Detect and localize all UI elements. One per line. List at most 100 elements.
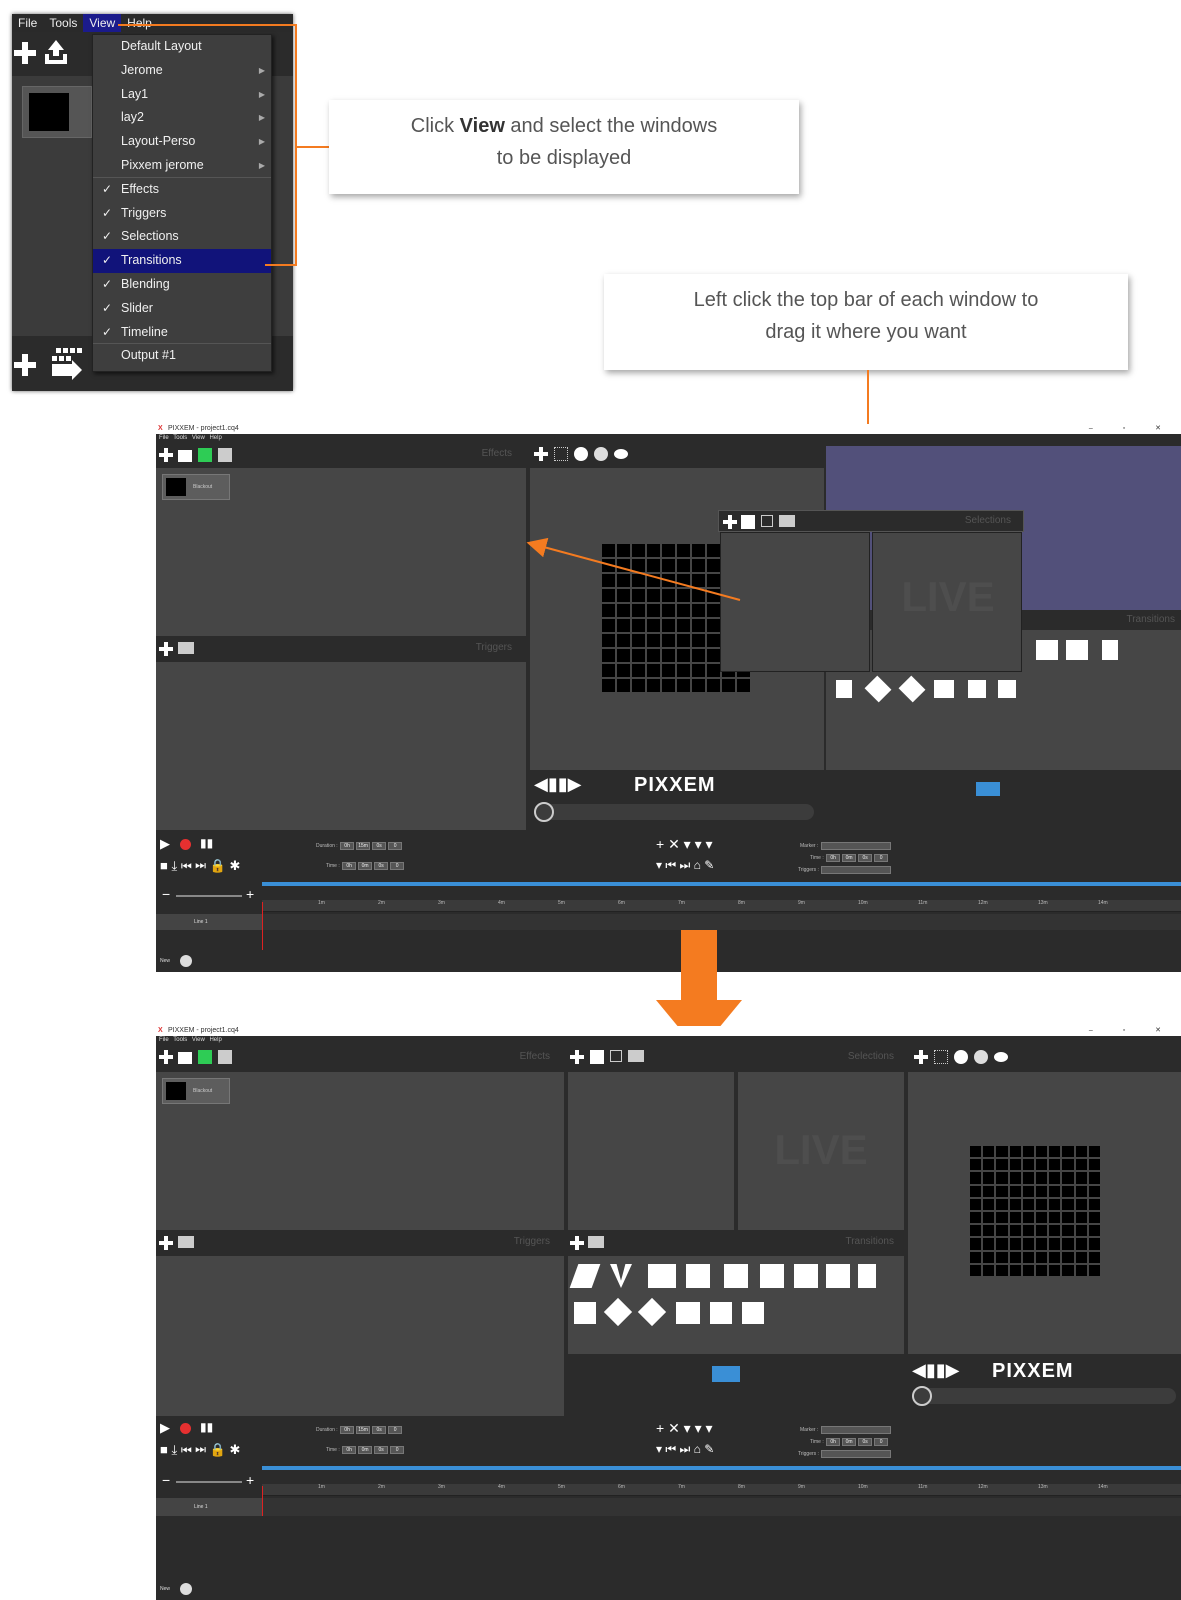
zoom-in-icon[interactable]: + xyxy=(246,1472,254,1488)
view-menu-item[interactable]: ✓ Selections xyxy=(93,225,271,249)
selections-header[interactable]: Selections xyxy=(566,1044,906,1070)
transition-icon[interactable] xyxy=(724,1264,748,1288)
trigger-edit-icons[interactable]: + ✕ ▾ ▾ ▾ xyxy=(656,836,713,853)
trigger-sequence-icon[interactable] xyxy=(588,1236,604,1248)
transition-icon[interactable] xyxy=(603,1297,633,1327)
timeline-track[interactable] xyxy=(262,914,1181,930)
transition-icon[interactable] xyxy=(742,1302,764,1324)
view-menu-item[interactable]: Lay1 ▶ xyxy=(93,83,271,107)
trigger-sequence-icon[interactable] xyxy=(50,346,86,380)
zoom-slider[interactable] xyxy=(176,895,242,897)
select-pointer-icon[interactable] xyxy=(610,1050,622,1062)
add-icon[interactable] xyxy=(570,1050,584,1064)
app-menu[interactable]: File Tools View Help xyxy=(156,434,1181,442)
transition-icon[interactable] xyxy=(968,680,986,698)
transition-icon[interactable] xyxy=(569,1264,601,1288)
view-menu-item[interactable]: Output #1 xyxy=(93,344,271,368)
add-icon[interactable] xyxy=(534,447,548,461)
line-label[interactable]: Line 1 xyxy=(156,914,262,930)
transition-icon[interactable] xyxy=(998,680,1016,698)
select-icon[interactable] xyxy=(554,447,568,461)
transition-icon[interactable] xyxy=(1066,640,1088,660)
gear-icon[interactable] xyxy=(574,447,588,461)
eye-icon[interactable] xyxy=(994,1052,1008,1062)
folder-save-icons[interactable]: ■ ⤓ ⏮ ⏭ 🔒 ✱ xyxy=(160,1442,240,1458)
menu-help[interactable]: Help xyxy=(121,14,158,32)
transition-icon[interactable] xyxy=(686,1264,710,1288)
white-square-icon[interactable] xyxy=(590,1050,604,1064)
transition-icon[interactable] xyxy=(574,1302,596,1324)
brightness-icon[interactable] xyxy=(594,447,608,461)
blend-mode-icon[interactable] xyxy=(976,782,1000,796)
effects-header[interactable]: Effects xyxy=(156,1044,564,1070)
slider-knob[interactable] xyxy=(534,802,554,822)
import-icon[interactable] xyxy=(42,38,70,66)
add-line-icon[interactable] xyxy=(180,955,192,967)
transition-icon[interactable] xyxy=(836,680,852,698)
record-icon[interactable] xyxy=(180,839,191,850)
triggers-header[interactable]: Triggers xyxy=(156,1230,564,1254)
view-menu-item[interactable]: Default Layout xyxy=(93,35,271,59)
blackout-effect[interactable]: Blackout xyxy=(162,1078,230,1104)
transition-icon[interactable] xyxy=(898,675,926,703)
gear-icon[interactable] xyxy=(954,1050,968,1064)
add-icon[interactable] xyxy=(159,1050,173,1064)
select-icon[interactable] xyxy=(934,1050,948,1064)
transition-icon[interactable] xyxy=(934,680,954,698)
trigger-sequence-icon[interactable] xyxy=(218,448,232,462)
menu-view[interactable]: View xyxy=(83,14,122,32)
trigger-sequence-icon[interactable] xyxy=(628,1050,644,1062)
add-line-icon[interactable] xyxy=(180,1583,192,1595)
transition-icon[interactable] xyxy=(794,1264,818,1288)
playback-icons[interactable]: ◀▮▮▶ xyxy=(912,1360,960,1381)
transition-icon[interactable] xyxy=(710,1302,732,1324)
view-menu-item[interactable]: Layout-Perso ▶ xyxy=(93,130,271,154)
zoom-out-icon[interactable]: − xyxy=(162,886,170,902)
white-square-icon[interactable] xyxy=(741,515,755,529)
slider-knob[interactable] xyxy=(912,1386,932,1406)
menu-tools[interactable]: Tools xyxy=(43,14,83,32)
pause-icon[interactable]: ▮▮ xyxy=(200,836,213,850)
add-icon[interactable] xyxy=(159,642,173,656)
output-header[interactable] xyxy=(528,442,824,466)
blend-mode-icon[interactable] xyxy=(712,1366,740,1382)
effects-header[interactable]: Effects xyxy=(156,442,526,466)
trigger-sequence-icon[interactable] xyxy=(218,1050,232,1064)
transition-icon[interactable] xyxy=(648,1264,676,1288)
trigger-edit-icons[interactable]: + ✕ ▾ ▾ ▾ xyxy=(656,1420,713,1437)
menu-file[interactable]: File xyxy=(12,14,43,32)
selections-header[interactable]: Selections xyxy=(718,510,1024,532)
timeline-ruler[interactable]: 1m 2m 3m 4m 5m 6m 7m 8m 9m 10m 11m 12m 13m 14m xyxy=(262,1484,1181,1496)
window-controls[interactable]: – ▫ ✕ xyxy=(1089,1026,1175,1036)
trigger-nav-icons[interactable]: ▾ ⏮ ⏭ ⌂ ✎ xyxy=(656,858,714,873)
transition-icon[interactable] xyxy=(637,1297,667,1327)
add-icon[interactable] xyxy=(159,448,173,462)
add-icon[interactable] xyxy=(159,1236,173,1250)
add-icon[interactable] xyxy=(14,354,36,376)
app-menu[interactable]: File Tools View Help xyxy=(156,1036,1181,1044)
playhead[interactable] xyxy=(262,902,263,952)
zoom-out-icon[interactable]: − xyxy=(162,1472,170,1488)
transport-controls[interactable]: ▶ xyxy=(160,836,170,852)
slider-track[interactable] xyxy=(534,804,814,820)
folder-save-icons[interactable]: ■ ⤓ ⏮ ⏭ 🔒 ✱ xyxy=(160,858,240,874)
select-pointer-icon[interactable] xyxy=(761,515,773,527)
view-menu-item[interactable]: ✓ Triggers xyxy=(93,202,271,226)
trigger-sequence-icon[interactable] xyxy=(178,642,194,654)
transition-icon[interactable] xyxy=(864,675,892,703)
view-menu-item[interactable]: ✓ Blending xyxy=(93,273,271,297)
view-menu-item[interactable]: ✓ Effects xyxy=(93,178,271,202)
record-icon[interactable] xyxy=(180,1423,191,1434)
view-menu-item[interactable]: ✓ Timeline xyxy=(93,321,271,345)
line-label[interactable]: Line 1 xyxy=(156,1498,262,1516)
import-icon[interactable] xyxy=(178,450,192,462)
transition-icon[interactable] xyxy=(610,1264,632,1288)
view-menu-item[interactable]: ✓ Slider xyxy=(93,297,271,321)
view-menu-item[interactable]: Jerome ▶ xyxy=(93,59,271,83)
zoom-in-icon[interactable]: + xyxy=(246,886,254,902)
import-icon[interactable] xyxy=(178,1052,192,1064)
window-controls[interactable]: – ▫ ✕ xyxy=(1089,424,1175,434)
trigger-sequence-icon[interactable] xyxy=(178,1236,194,1248)
output-header[interactable] xyxy=(908,1044,1181,1070)
timeline-track[interactable] xyxy=(262,1498,1181,1516)
